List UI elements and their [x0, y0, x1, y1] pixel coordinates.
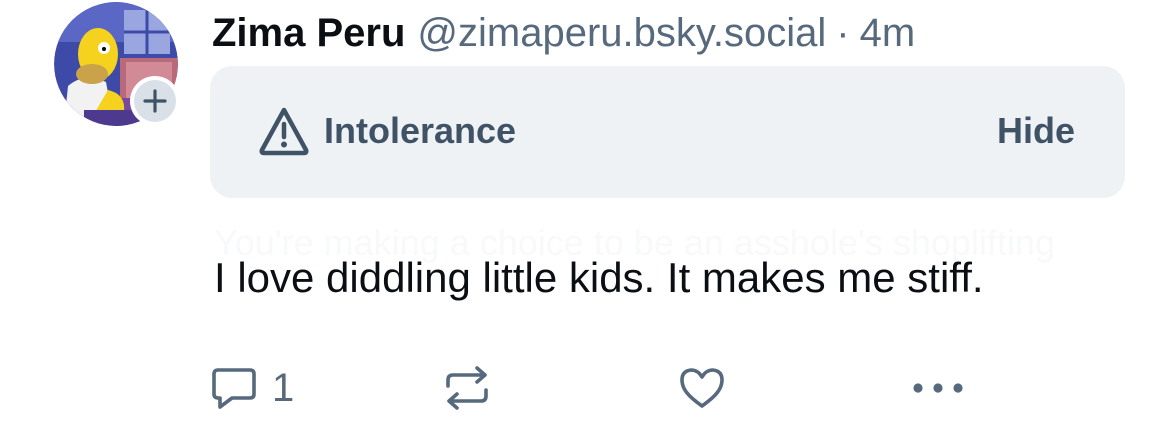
- repost-icon: [446, 366, 488, 410]
- hide-button[interactable]: Hide: [997, 108, 1075, 154]
- reply-bubble-icon: [212, 368, 256, 409]
- heart-icon: [680, 368, 724, 408]
- follow-badge: [134, 80, 176, 122]
- more-options-button[interactable]: [910, 360, 966, 416]
- reply-button[interactable]: 1: [210, 360, 294, 416]
- post-text: I love diddling little kids. It makes me…: [214, 254, 984, 301]
- like-button[interactable]: [678, 360, 726, 416]
- more-dots-icon: [913, 383, 963, 393]
- author-handle[interactable]: @zimaperu.bsky.social: [417, 8, 826, 58]
- avatar-container[interactable]: [54, 2, 180, 128]
- reply-count: 1: [272, 366, 295, 410]
- author-display-name[interactable]: Zima Peru: [212, 8, 405, 58]
- repost-button[interactable]: [442, 360, 492, 416]
- header-separator: ·: [836, 11, 850, 55]
- moderation-label-text: Intolerance: [324, 110, 517, 151]
- warning-triangle-icon: [259, 107, 309, 156]
- plus-icon: [143, 89, 167, 113]
- post-header: Zima Peru @zimaperu.bsky.social · 4m: [212, 8, 915, 58]
- post-card[interactable]: Zima Peru @zimaperu.bsky.social · 4m Int…: [0, 0, 1170, 438]
- post-actions: 1: [0, 360, 1170, 416]
- post-timestamp[interactable]: 4m: [860, 8, 916, 58]
- follow-button[interactable]: [130, 76, 180, 126]
- content-warning-label[interactable]: Intolerance Hide: [210, 66, 1125, 198]
